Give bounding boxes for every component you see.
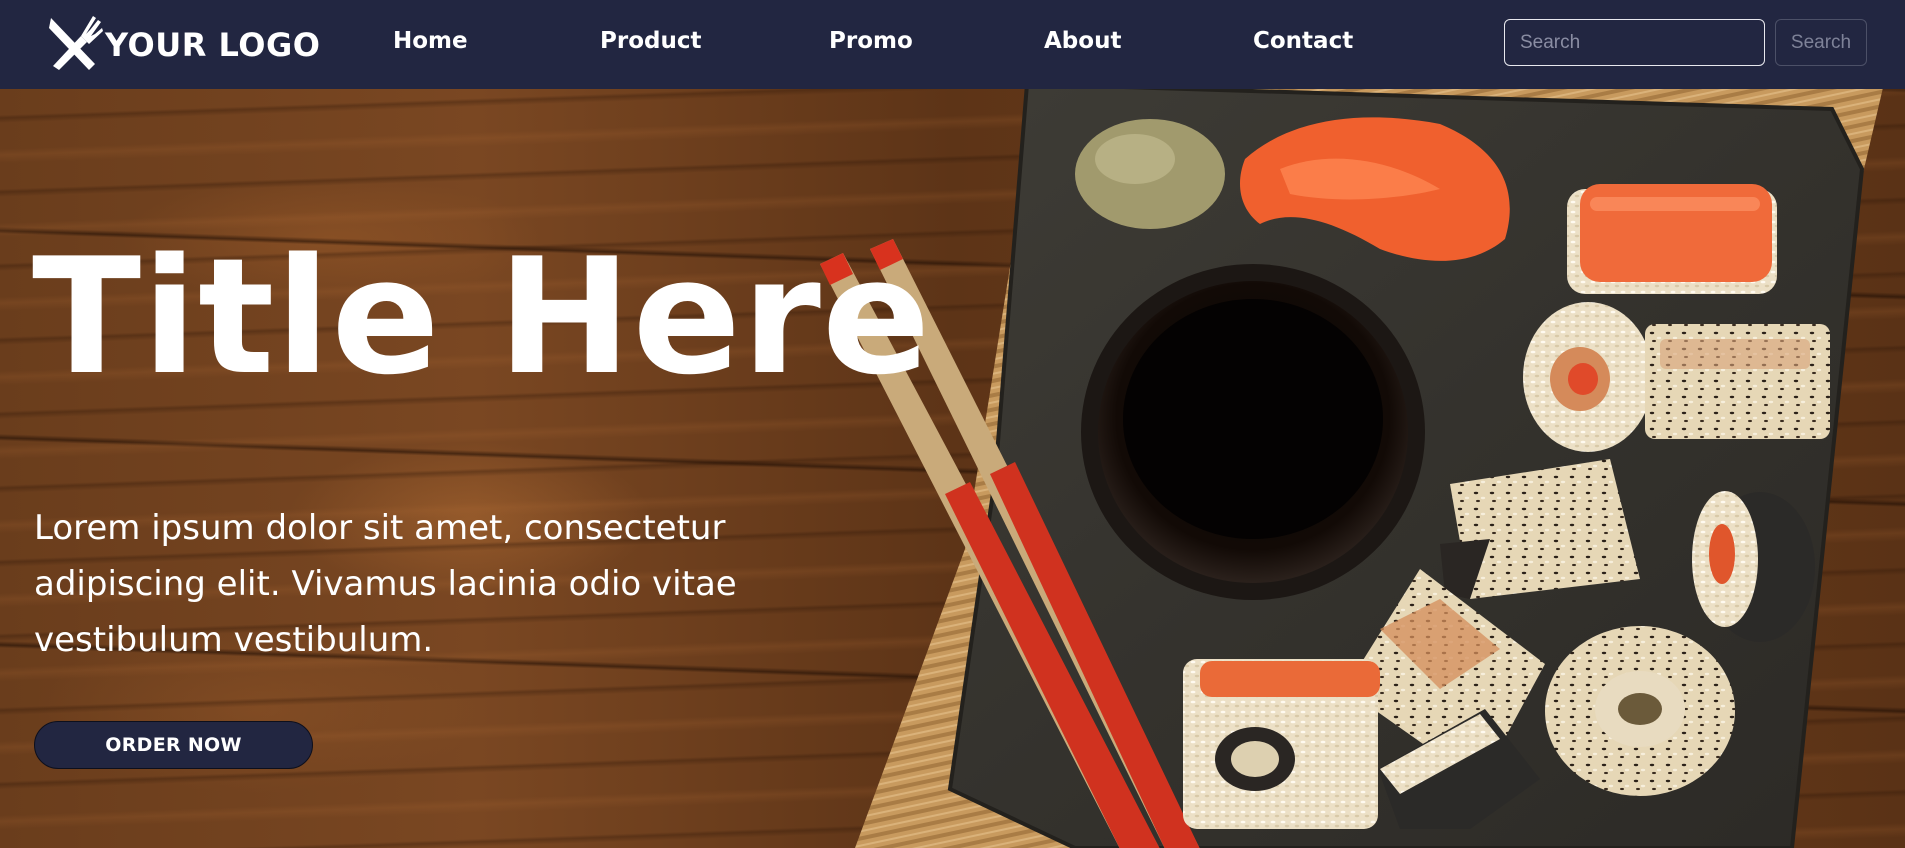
nav-home[interactable]: Home [393, 28, 468, 54]
hero-section: Title Here Lorem ipsum dolor sit amet, c… [0, 89, 1905, 848]
navbar: YOUR LOGO Home Product Promo About Conta… [0, 0, 1905, 89]
logo[interactable]: YOUR LOGO [45, 12, 320, 72]
nav-about[interactable]: About [1044, 28, 1121, 54]
logo-text: YOUR LOGO [105, 26, 321, 64]
fork-knife-icon [49, 16, 103, 70]
nav-product[interactable]: Product [600, 28, 701, 54]
nav-promo[interactable]: Promo [829, 28, 913, 54]
order-now-button[interactable]: ORDER NOW [34, 721, 313, 769]
search-input[interactable] [1504, 19, 1765, 66]
hero-title: Title Here [32, 223, 932, 410]
search-button[interactable]: Search [1775, 19, 1867, 66]
hero-description: Lorem ipsum dolor sit amet, consectetur … [34, 508, 737, 660]
nav-contact[interactable]: Contact [1253, 28, 1353, 54]
